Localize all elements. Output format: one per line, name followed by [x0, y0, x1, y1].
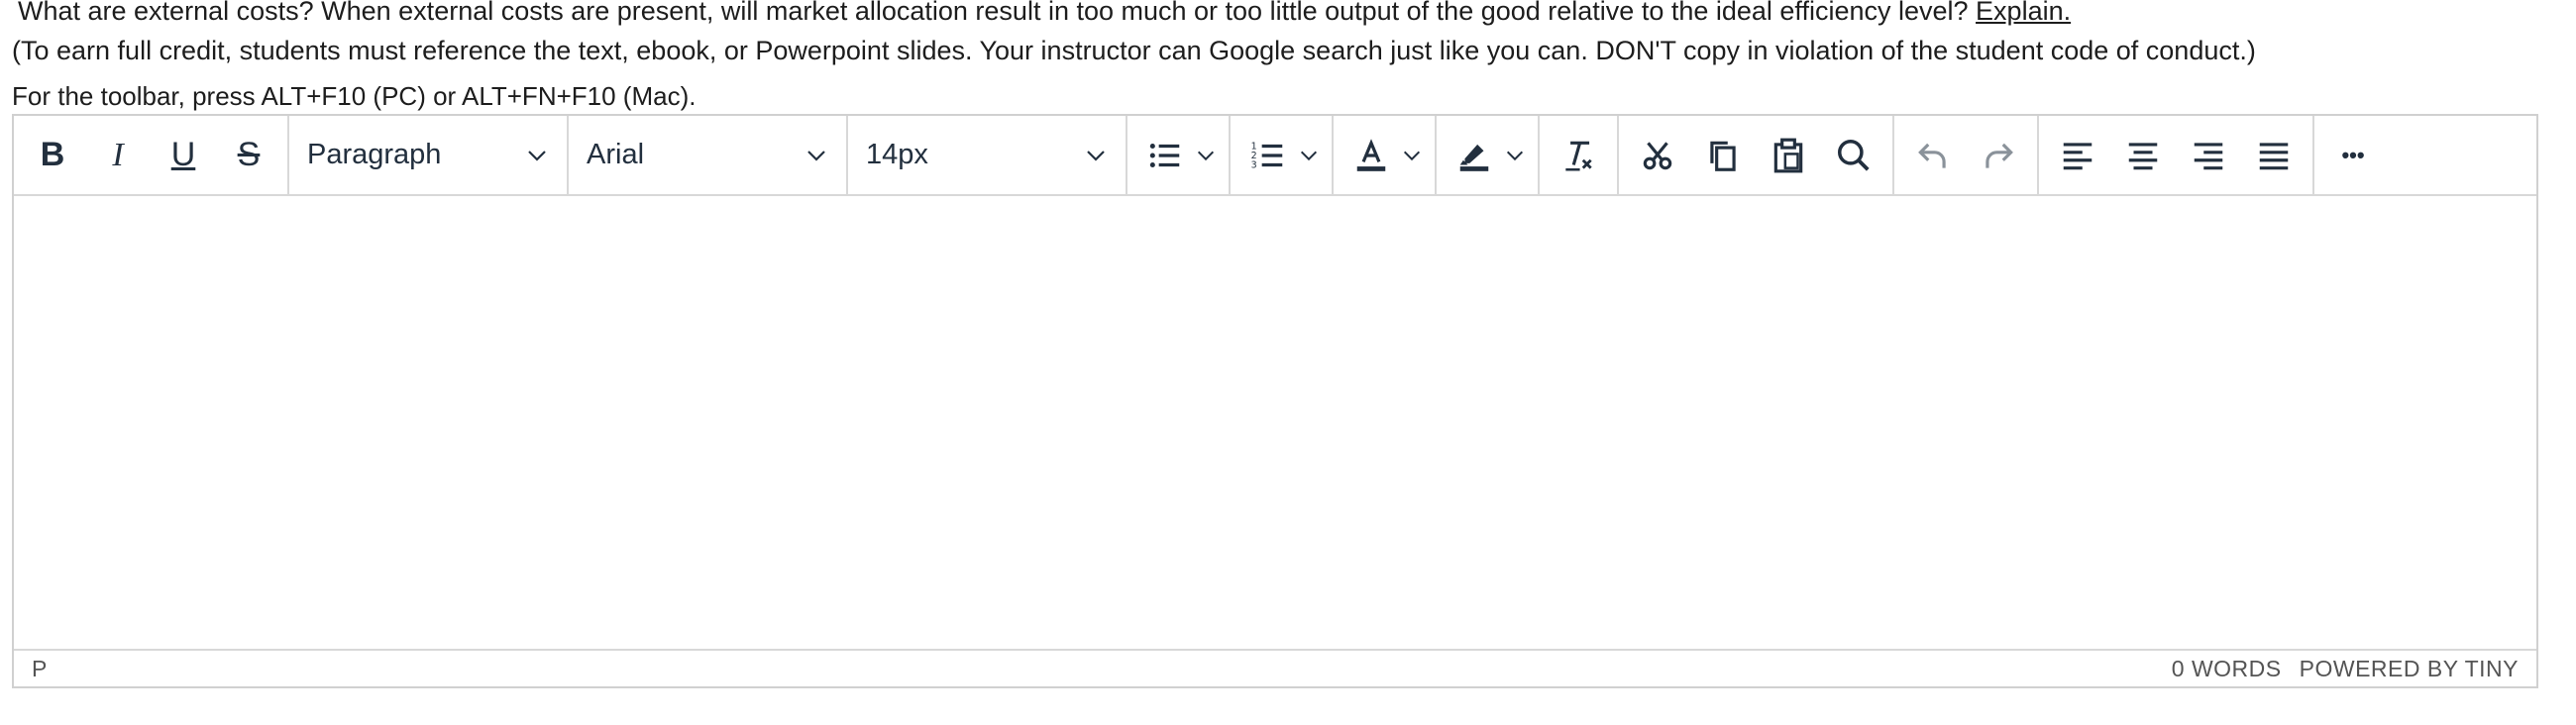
strikethrough-label: S: [237, 136, 261, 173]
chevron-down-icon: [1087, 150, 1105, 161]
numbered-list-icon: 1 2 3: [1251, 141, 1283, 170]
chevron-down-icon: [807, 150, 825, 161]
clipboard-group: [1619, 116, 1894, 194]
underline-label: U: [170, 136, 196, 173]
chevron-down-icon: [1300, 151, 1318, 160]
numbered-list-group: 1 2 3: [1231, 116, 1334, 194]
bullet-list-icon: [1149, 143, 1180, 167]
question-text: What are external costs? When external c…: [18, 0, 2071, 27]
rich-text-editor: B I U S Paragraph Arial 14px 1 2 3 ••• P…: [12, 114, 2538, 688]
text-color-group: [1334, 116, 1437, 194]
credit-note: (To earn full credit, students must refe…: [12, 36, 2256, 65]
element-path[interactable]: P: [32, 656, 47, 682]
bullet-list-button[interactable]: [1133, 123, 1223, 188]
align-right-button[interactable]: [2176, 123, 2241, 188]
redo-icon: [1986, 143, 2013, 168]
redo-button[interactable]: [1966, 123, 2031, 188]
powered-by-link[interactable]: POWERED BY TINY: [2300, 656, 2519, 682]
font-size-value: 14px: [866, 139, 928, 170]
more-group: •••: [2314, 116, 2392, 194]
scissors-icon: [1643, 141, 1672, 169]
editor-content-area[interactable]: [14, 194, 2536, 653]
history-group: [1894, 116, 2039, 194]
font-family-value: Arial: [587, 139, 645, 170]
status-right: 0 WORDS POWERED BY TINY: [2172, 656, 2519, 682]
chevron-down-icon: [1403, 151, 1421, 160]
status-bar: P 0 WORDS POWERED BY TINY: [14, 649, 2536, 686]
align-center-button[interactable]: [2110, 123, 2176, 188]
font-size-select[interactable]: 14px: [848, 123, 1126, 188]
explain-link[interactable]: Explain.: [1976, 0, 2071, 26]
block-format-value: Paragraph: [307, 139, 442, 170]
italic-label: I: [112, 136, 124, 173]
numbered-list-button[interactable]: 1 2 3: [1236, 123, 1326, 188]
cut-button[interactable]: [1625, 123, 1690, 188]
more-icon: •••: [2341, 142, 2365, 167]
alignment-group: [2039, 116, 2314, 194]
chevron-down-icon: [1197, 151, 1215, 160]
align-left-button[interactable]: [2045, 123, 2110, 188]
chevron-down-icon: [1506, 151, 1524, 160]
svg-text:3: 3: [1251, 159, 1257, 170]
align-justify-icon: [2259, 142, 2289, 169]
find-button[interactable]: [1821, 123, 1886, 188]
underline-button[interactable]: U: [151, 123, 216, 188]
bullet-list-group: [1127, 116, 1231, 194]
word-count[interactable]: 0 WORDS: [2172, 656, 2282, 682]
question-body: What are external costs? When external c…: [18, 0, 1969, 26]
bold-label: B: [40, 136, 65, 173]
copy-button[interactable]: [1690, 123, 1756, 188]
align-left-icon: [2063, 142, 2093, 169]
paste-button[interactable]: [1756, 123, 1821, 188]
highlight-group: [1437, 116, 1540, 194]
undo-button[interactable]: [1900, 123, 1966, 188]
font-size-group: 14px: [848, 116, 1127, 194]
clipboard-icon: [1773, 138, 1803, 172]
highlighter-icon: [1459, 144, 1489, 171]
clear-format-group: [1540, 116, 1619, 194]
chevron-down-icon: [528, 150, 546, 161]
strikethrough-button[interactable]: S: [216, 123, 281, 188]
clear-formatting-icon: [1565, 141, 1592, 171]
align-center-icon: [2128, 142, 2158, 169]
justify-button[interactable]: [2241, 123, 2307, 188]
bold-button[interactable]: B: [20, 123, 85, 188]
search-icon: [1838, 139, 1870, 171]
copy-icon: [1710, 141, 1736, 171]
clear-formatting-button[interactable]: [1546, 123, 1611, 188]
text-color-icon: [1356, 138, 1386, 171]
undo-icon: [1918, 143, 1946, 168]
align-right-icon: [2194, 142, 2223, 169]
text-color-button[interactable]: [1340, 123, 1429, 188]
format-group: B I U S: [14, 116, 289, 194]
editor-toolbar: B I U S Paragraph Arial 14px 1 2 3 •••: [14, 116, 2536, 196]
font-family-select[interactable]: Arial: [569, 123, 846, 188]
block-format-select[interactable]: Paragraph: [289, 123, 567, 188]
more-button[interactable]: •••: [2320, 123, 2386, 188]
toolbar-hint: For the toolbar, press ALT+F10 (PC) or A…: [12, 81, 697, 111]
highlight-color-button[interactable]: [1443, 123, 1532, 188]
block-format-group: Paragraph: [289, 116, 569, 194]
font-family-group: Arial: [569, 116, 848, 194]
italic-button[interactable]: I: [85, 123, 151, 188]
